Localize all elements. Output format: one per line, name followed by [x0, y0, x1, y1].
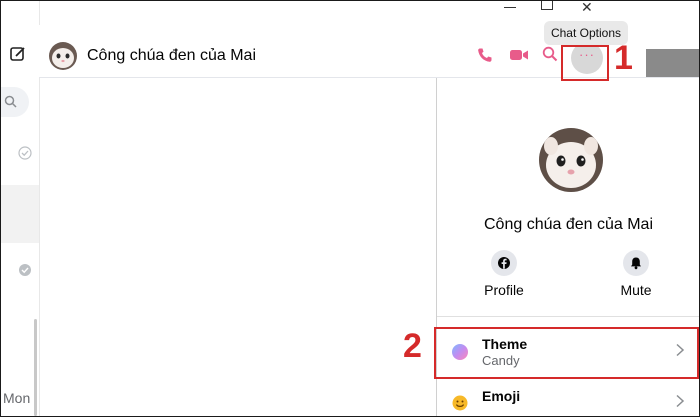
annotation-box-2 — [434, 327, 699, 379]
phone-icon[interactable] — [477, 47, 493, 63]
annotation-box-1 — [561, 45, 609, 81]
mute-label: Mute — [620, 282, 652, 298]
compose-icon[interactable] — [9, 45, 27, 63]
search-field[interactable] — [1, 87, 29, 117]
sent-check-icon — [18, 146, 32, 160]
bell-icon — [623, 250, 649, 276]
mute-button[interactable]: Mute — [596, 250, 676, 298]
maximize-button[interactable] — [541, 1, 553, 10]
avatar[interactable] — [49, 42, 77, 70]
background-corner — [646, 49, 699, 77]
emoji-title: Emoji — [482, 388, 521, 404]
emoji-icon — [452, 395, 468, 411]
app-window: Mon ✕ Công chúa đen của Mai ··· Chat Opt… — [0, 0, 700, 417]
search-icon — [4, 95, 17, 108]
contact-avatar-large[interactable] — [539, 128, 603, 192]
profile-label: Profile — [484, 282, 524, 298]
chevron-right-icon — [676, 394, 685, 408]
emoji-row[interactable]: Emoji — [437, 380, 699, 416]
panel-contact-name: Công chúa đen của Mai — [484, 216, 653, 233]
profile-button[interactable]: Profile — [464, 250, 544, 298]
contact-name[interactable]: Công chúa đen của Mai — [87, 47, 256, 65]
annotation-number-2: 2 — [403, 327, 422, 365]
search-in-chat-icon[interactable] — [542, 46, 558, 62]
close-window-button[interactable]: ✕ — [581, 1, 593, 16]
sidebar-scrollbar[interactable] — [34, 319, 37, 416]
delivered-check-icon — [19, 264, 31, 276]
selected-conversation[interactable] — [1, 185, 39, 243]
annotation-number-1: 1 — [614, 39, 633, 77]
minimize-button[interactable] — [504, 7, 516, 8]
conversation-timestamp: Mon — [3, 390, 31, 406]
chat-list-sidebar: Mon — [1, 1, 40, 416]
facebook-icon — [491, 250, 517, 276]
video-call-icon[interactable] — [509, 47, 529, 63]
panel-divider — [437, 316, 699, 317]
